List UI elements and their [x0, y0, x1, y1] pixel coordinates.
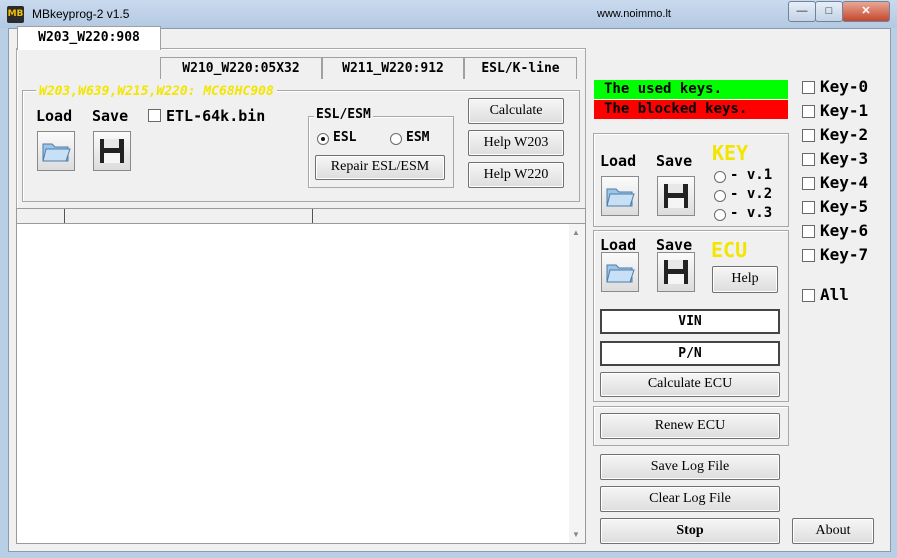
calculate-button[interactable]: Calculate: [468, 98, 564, 124]
esl-radio-label: ESL: [333, 130, 357, 145]
key-2-checkbox[interactable]: [802, 129, 815, 142]
key-5-label: Key-5: [820, 197, 869, 216]
load-label: Load: [36, 107, 73, 125]
key-save-button[interactable]: [657, 176, 695, 216]
stop-button[interactable]: Stop: [600, 518, 780, 544]
etl-64k-checkbox[interactable]: [148, 109, 161, 122]
help-w220-button[interactable]: Help W220: [468, 162, 564, 188]
window-url: www.noimmo.lt: [597, 8, 671, 20]
key-5-checkbox[interactable]: [802, 201, 815, 214]
scroll-up-icon[interactable]: ▲: [572, 228, 580, 237]
log-textarea[interactable]: ▲ ▼: [16, 223, 586, 544]
blocked-keys-legend: The blocked keys.: [594, 100, 788, 119]
key-7-label: Key-7: [820, 245, 869, 264]
key-1-label: Key-1: [820, 101, 869, 120]
window-title: MBkeyprog-2 v1.5: [32, 7, 130, 21]
load-button[interactable]: [37, 131, 75, 171]
log-scrollbar[interactable]: ▲ ▼: [569, 224, 585, 543]
key-load-label: Load: [600, 152, 637, 170]
ecu-title: ECU: [711, 238, 748, 262]
key-save-label: Save: [656, 152, 693, 170]
ecu-help-button[interactable]: Help: [712, 266, 778, 293]
calculate-ecu-button[interactable]: Calculate ECU: [600, 372, 780, 397]
tab-w203-w220-908[interactable]: W203_W220:908: [17, 26, 161, 50]
about-button[interactable]: About: [792, 518, 874, 544]
save-label: Save: [92, 107, 129, 125]
scroll-down-icon[interactable]: ▼: [572, 530, 580, 539]
close-button[interactable]: ✕: [842, 1, 890, 22]
key-2-label: Key-2: [820, 125, 869, 144]
maximize-button[interactable]: □: [815, 1, 843, 22]
key-4-label: Key-4: [820, 173, 869, 192]
folder-icon: [606, 188, 635, 207]
esl-radio[interactable]: [317, 133, 329, 145]
renew-ecu-button[interactable]: Renew ECU: [600, 413, 780, 439]
blocked-keys-text: The blocked keys.: [604, 101, 748, 117]
floppy-disk-icon: [664, 184, 688, 208]
app-icon: MB: [7, 6, 24, 23]
key-v3-label: - v.3: [730, 205, 773, 221]
key-v1-label: - v.1: [730, 167, 773, 183]
key-7-checkbox[interactable]: [802, 249, 815, 262]
log-header: [16, 208, 586, 224]
pn-field[interactable]: P/N: [600, 341, 780, 366]
help-w203-button[interactable]: Help W203: [468, 130, 564, 156]
key-3-checkbox[interactable]: [802, 153, 815, 166]
used-keys-legend: The used keys.: [594, 80, 788, 99]
etl-64k-label: ETL-64k.bin: [166, 107, 266, 125]
ecu-save-button[interactable]: [657, 252, 695, 292]
minimize-button[interactable]: —: [788, 1, 816, 22]
key-load-button[interactable]: [601, 176, 639, 216]
key-v2-label: - v.2: [730, 186, 773, 202]
key-6-checkbox[interactable]: [802, 225, 815, 238]
esl-esm-group-title: ESL/ESM: [314, 107, 373, 122]
save-button[interactable]: [93, 131, 131, 171]
all-keys-checkbox[interactable]: [802, 289, 815, 302]
all-keys-label: All: [820, 285, 849, 304]
log-header-divider: [64, 209, 65, 223]
esm-radio-label: ESM: [406, 130, 430, 145]
title-bar: MB MBkeyprog-2 v1.5 www.noimmo.lt — □ ✕: [0, 0, 897, 28]
key-3-label: Key-3: [820, 149, 869, 168]
tab-esl-k-line[interactable]: ESL/K-line: [464, 57, 577, 79]
tab-w210-w220-05x32[interactable]: W210_W220:05X32: [160, 57, 322, 79]
folder-icon: [42, 143, 71, 162]
key-v3-radio[interactable]: [714, 209, 726, 221]
key-v2-radio[interactable]: [714, 190, 726, 202]
key-0-checkbox[interactable]: [802, 81, 815, 94]
key-title: KEY: [712, 141, 749, 165]
floppy-disk-icon: [664, 260, 688, 284]
log-header-divider: [312, 209, 313, 223]
group-subtitle: W203,W639,W215,W220: MC68HC908: [36, 84, 277, 99]
key-1-checkbox[interactable]: [802, 105, 815, 118]
esm-radio[interactable]: [390, 133, 402, 145]
save-log-file-button[interactable]: Save Log File: [600, 454, 780, 480]
key-0-label: Key-0: [820, 77, 869, 96]
folder-icon: [606, 264, 635, 283]
tab-w211-w220-912[interactable]: W211_W220:912: [322, 57, 464, 79]
key-6-label: Key-6: [820, 221, 869, 240]
floppy-disk-icon: [100, 139, 124, 163]
key-v1-radio[interactable]: [714, 171, 726, 183]
used-keys-text: The used keys.: [604, 81, 723, 97]
clear-log-file-button[interactable]: Clear Log File: [600, 486, 780, 512]
key-4-checkbox[interactable]: [802, 177, 815, 190]
vin-field[interactable]: VIN: [600, 309, 780, 334]
ecu-load-button[interactable]: [601, 252, 639, 292]
repair-esl-esm-button[interactable]: Repair ESL/ESM: [315, 155, 445, 180]
